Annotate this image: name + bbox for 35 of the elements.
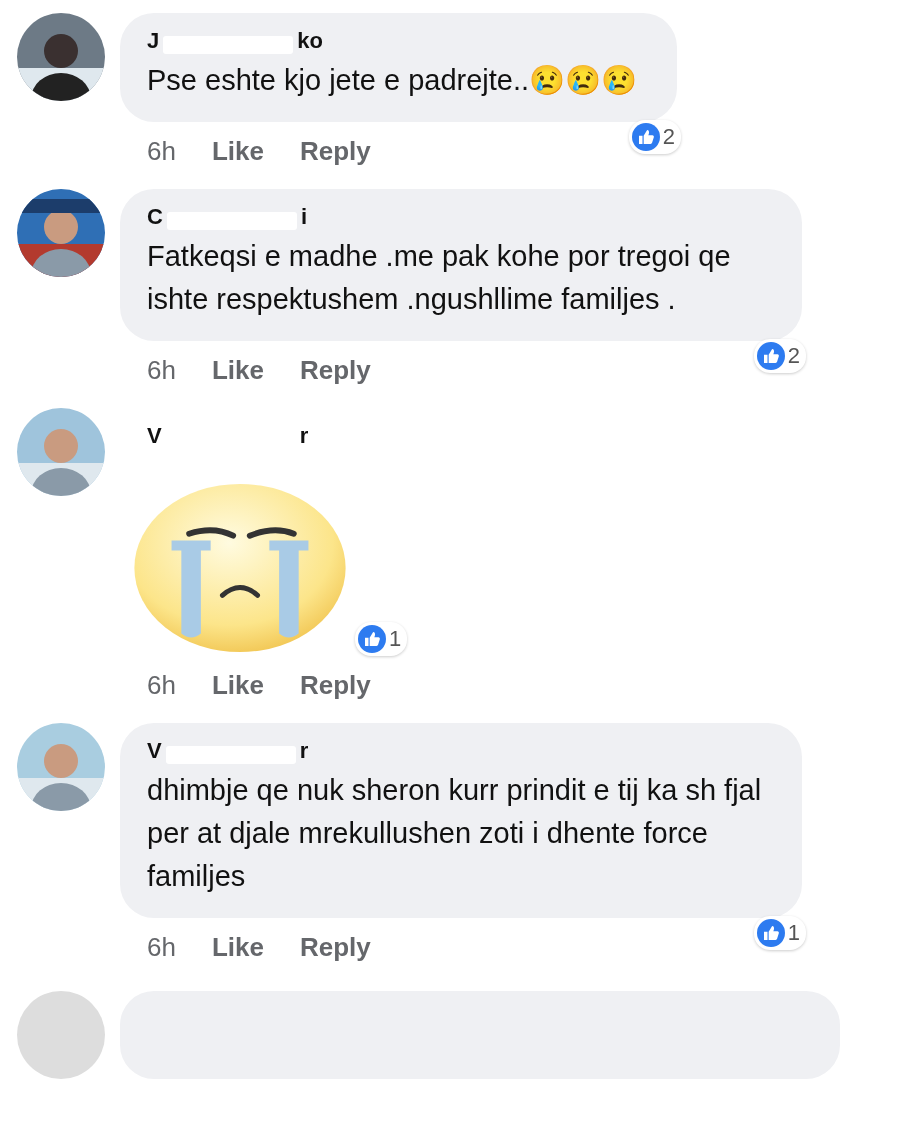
reaction-badge[interactable]: 2 [628, 120, 682, 154]
reaction-count: 2 [787, 343, 800, 369]
reaction-count: 2 [662, 124, 676, 150]
comment-time: 6h [147, 136, 176, 167]
comment-time: 6h [147, 670, 176, 701]
author-name[interactable]: ko [297, 28, 323, 54]
comment-action-link[interactable]: Reply [299, 355, 371, 386]
author-name[interactable]: J [147, 28, 160, 54]
thumbs-up-icon [631, 123, 660, 151]
reaction-badge[interactable]: 1 [355, 622, 408, 656]
comment-action-link[interactable]: Like [211, 136, 264, 167]
comment-time: 6h [147, 932, 176, 963]
comment-action-link[interactable]: Reply [299, 670, 371, 701]
comment-time: 6h [147, 355, 176, 386]
comment-text: Fatkeqsi e madhe .me pak kohe por tregoi qe ishte respektushem .ngushllime familjes . [147, 239, 732, 317]
reaction-badge[interactable]: 1 [753, 916, 806, 950]
author-name[interactable]: r [299, 423, 309, 449]
author-name[interactable]: C [147, 204, 163, 230]
comment-text: Pse eshte kjo jete e padrejte..😢😢😢 [147, 63, 638, 98]
reaction-count: 1 [389, 626, 402, 652]
author-name[interactable]: r [299, 738, 309, 764]
comment-action-link[interactable]: Like [211, 932, 264, 963]
thumbs-up-icon [756, 919, 785, 947]
comment-action-link[interactable]: Like [211, 355, 264, 386]
reaction-count: 1 [787, 920, 800, 946]
author-name[interactable]: V [147, 738, 162, 764]
author-name[interactable]: i [300, 204, 307, 230]
thumbs-up-icon [358, 625, 386, 653]
comment-action-link[interactable]: Reply [299, 932, 371, 963]
author-name[interactable]: V [147, 423, 162, 449]
comment-text: dhimbje qe nuk sheron kurr prindit e tij ka sh fjal per at djale mrekullushen zoti i dhente force familjes [147, 773, 762, 894]
reaction-badge[interactable]: 2 [753, 339, 806, 373]
comment-action-link[interactable]: Like [211, 670, 264, 701]
comment-action-link[interactable]: Reply [299, 136, 371, 167]
thumbs-up-icon [756, 342, 785, 370]
